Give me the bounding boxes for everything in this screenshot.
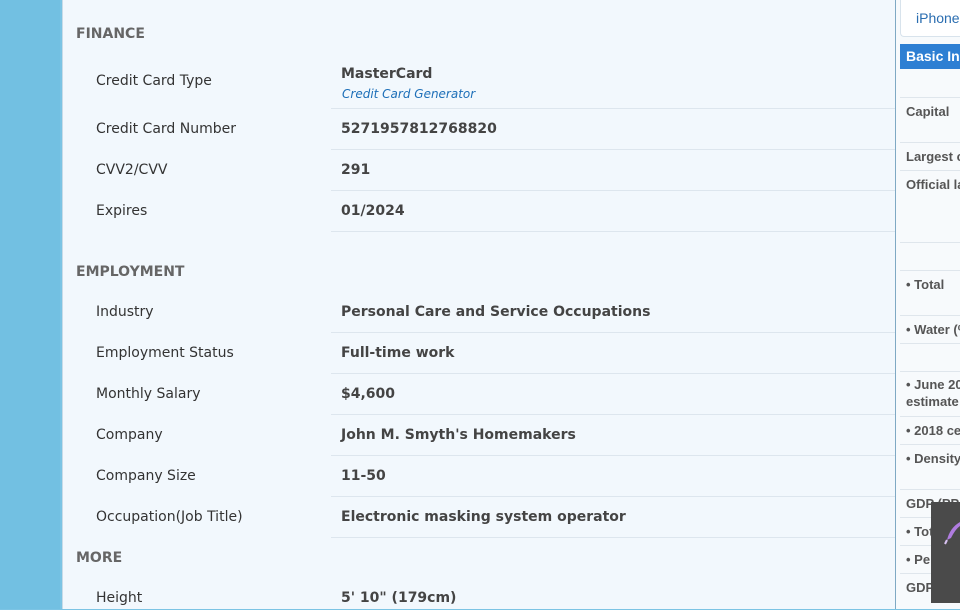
- sidebar-row-density: • Density: [900, 444, 960, 489]
- feather-pen-icon: [944, 522, 960, 545]
- cvv-label: CVV2/CVV: [96, 162, 168, 178]
- row-divider: [331, 496, 895, 497]
- credit-card-number-label: Credit Card Number: [96, 121, 236, 137]
- credit-card-type-value: MasterCard: [341, 66, 433, 82]
- credit-card-type-label: Credit Card Type: [96, 73, 212, 89]
- company-label: Company: [96, 427, 163, 443]
- monthly-salary-label: Monthly Salary: [96, 386, 201, 402]
- sidebar-row-population: [900, 343, 960, 371]
- occupation-label: Occupation(Job Title): [96, 509, 243, 525]
- row-divider: [331, 373, 895, 374]
- page-background-gutter: [0, 0, 60, 609]
- employment-status-value: Full-time work: [341, 345, 455, 361]
- row-divider: [331, 332, 895, 333]
- sidebar-row-label: • June 20: [906, 377, 960, 392]
- sidebar-row-official-language: Official la: [900, 170, 960, 242]
- sidebar-row-label: Official la: [906, 177, 960, 192]
- basic-info-header: Basic Inf: [900, 44, 960, 69]
- sidebar-row-label: estimate: [906, 394, 959, 409]
- sidebar-row-capital: Capital: [900, 97, 960, 142]
- sidebar-row-total: • Total: [900, 270, 960, 315]
- basic-info-header-label: Basic Inf: [906, 48, 960, 64]
- sidebar-row-census: • 2018 ce: [900, 416, 960, 444]
- company-size-label: Company Size: [96, 468, 196, 484]
- sidebar-row-label: • Tot: [906, 524, 934, 539]
- industry-label: Industry: [96, 304, 154, 320]
- company-size-value: 11-50: [341, 468, 386, 484]
- sidebar-row-water: • Water (%: [900, 315, 960, 343]
- row-divider: [331, 537, 895, 538]
- employment-status-label: Employment Status: [96, 345, 234, 361]
- height-value: 5' 10" (179cm): [341, 590, 457, 606]
- occupation-value: Electronic masking system operator: [341, 509, 626, 525]
- sidebar-row-largest-city: Largest c: [900, 142, 960, 170]
- sidebar-row-label: • Water (%: [906, 322, 960, 337]
- expires-value: 01/2024: [341, 203, 405, 219]
- more-section-heading: MORE: [76, 550, 123, 566]
- sidebar-row-label: • Density: [906, 451, 960, 466]
- row-divider: [331, 455, 895, 456]
- iphone-tab[interactable]: iPhone: [900, 0, 960, 37]
- sidebar-row-label: GDP: [906, 580, 935, 595]
- row-divider: [331, 108, 895, 109]
- row-divider: [331, 231, 895, 232]
- sidebar-row-label: Largest c: [906, 149, 960, 164]
- sidebar-row-label: Capital: [906, 104, 950, 119]
- credit-card-generator-link[interactable]: Credit Card Generator: [342, 87, 475, 101]
- finance-section-heading: FINANCE: [76, 26, 145, 42]
- industry-value: Personal Care and Service Occupations: [341, 304, 651, 320]
- sidebar-row-label: • 2018 ce: [906, 423, 960, 438]
- row-divider: [331, 190, 895, 191]
- credit-card-number-value: 5271957812768820: [341, 121, 497, 137]
- monthly-salary-value: $4,600: [341, 386, 396, 402]
- employment-section-heading: EMPLOYMENT: [76, 264, 185, 280]
- height-label: Height: [96, 590, 143, 606]
- cvv-value: 291: [341, 162, 371, 178]
- company-value: John M. Smyth's Homemakers: [341, 427, 576, 443]
- row-divider: [331, 414, 895, 415]
- sidebar-row-area: [900, 242, 960, 270]
- floating-widget[interactable]: [931, 502, 960, 603]
- expires-label: Expires: [96, 203, 148, 219]
- row-divider: [331, 149, 895, 150]
- details-panel: FINANCE Credit Card Type MasterCard Cred…: [62, 0, 896, 609]
- sidebar-row-label: • Total: [906, 277, 945, 292]
- iphone-tab-label: iPhone: [916, 10, 960, 26]
- sidebar-row-june-estimate: • June 20 estimate: [900, 371, 960, 416]
